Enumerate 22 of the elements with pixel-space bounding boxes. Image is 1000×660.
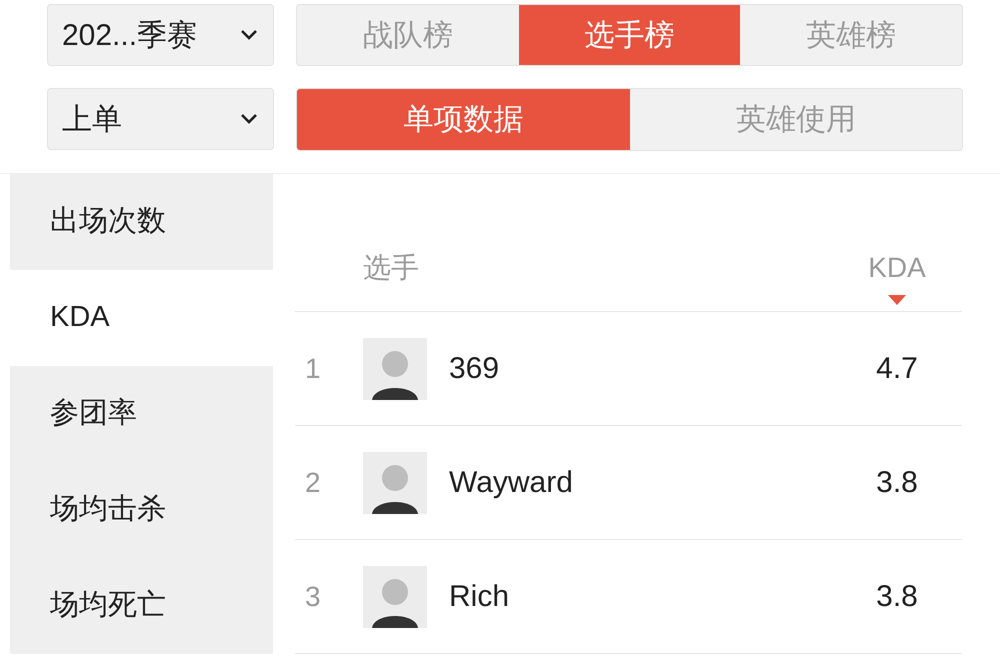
dropdown[interactable]: 上单: [47, 88, 274, 150]
avatar-placeholder: [363, 452, 427, 514]
avatar-placeholder: [363, 566, 427, 628]
sidebar-item[interactable]: 参团率: [10, 366, 273, 462]
kda-value: 3.8: [875, 465, 919, 501]
chevron-down-icon: [239, 29, 259, 41]
tab[interactable]: 选手榜: [518, 5, 740, 65]
player-name: Wayward: [449, 465, 574, 501]
sidebar-item[interactable]: 场均击杀: [10, 462, 273, 558]
player-name: Rich: [449, 579, 510, 615]
kda-value: 4.7: [875, 351, 919, 387]
avatar-placeholder: [363, 338, 427, 400]
sidebar-item[interactable]: 出场次数: [10, 174, 273, 270]
rank: 2: [304, 466, 322, 500]
tab[interactable]: 单项数据: [297, 89, 630, 150]
dropdown[interactable]: 202...季赛: [47, 4, 274, 66]
rank: 3: [304, 580, 322, 614]
sidebar-item[interactable]: 场均死亡: [10, 558, 273, 654]
chevron-down-icon: [239, 113, 259, 125]
player-name: 369: [449, 351, 500, 387]
kda-value: 3.8: [875, 579, 919, 615]
rank: 1: [304, 352, 322, 386]
